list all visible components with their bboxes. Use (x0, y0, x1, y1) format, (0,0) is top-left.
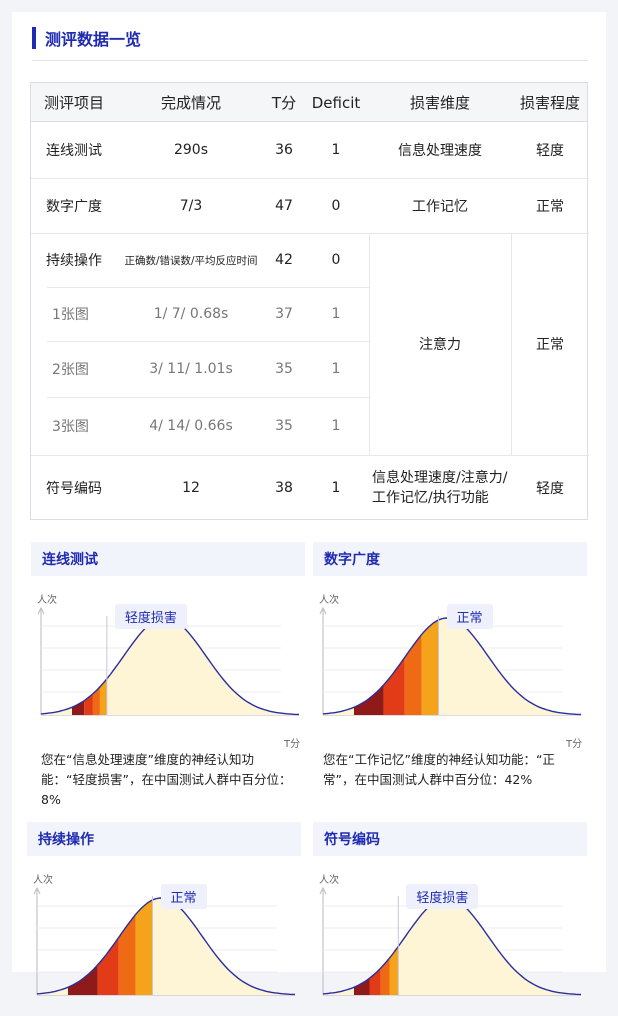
chart-card-trail: 连线测试 人次 T分 轻度损害 您在“信息处理速度”维度的神经认知功能：“轻度损… (31, 542, 305, 810)
card-title: 数字广度 (313, 542, 587, 576)
tail-band (99, 678, 107, 715)
row-dimension: 工作记忆 (412, 198, 468, 215)
row-tscore: 35 (275, 361, 293, 377)
card-title: 连线测试 (31, 542, 305, 576)
y-axis-label: 人次 (37, 595, 57, 606)
row-deficit: 0 (331, 197, 341, 214)
distribution-chart: 人次 正常 (27, 856, 301, 1016)
tail-band (383, 657, 405, 715)
header-degree: 损害程度 (519, 94, 580, 112)
distribution-chart: 人次 轻度损害 (313, 856, 587, 1016)
header-completion: 完成情况 (160, 94, 221, 112)
row-tscore: 42 (275, 252, 293, 268)
row-tscore: 36 (275, 142, 293, 158)
merged-degree: 正常 (536, 337, 564, 353)
row-item: 持续操作 (46, 253, 102, 269)
distribution-svg (37, 606, 300, 716)
row-completion: 12 (182, 480, 200, 496)
y-axis-label: 人次 (33, 875, 53, 886)
row-degree: 正常 (536, 198, 564, 215)
row-degree: 轻度 (536, 481, 564, 497)
row-completion: 290s (173, 142, 208, 158)
result-description: 您在“信息处理速度”维度的神经认知功能：“轻度损害”，在中国测试人群中百分位：8… (41, 752, 292, 807)
row-completion: 4/ 14/ 0.66s (149, 418, 233, 434)
row-degree: 轻度 (536, 143, 564, 159)
row-deficit: 1 (331, 418, 341, 434)
row-deficit: 1 (331, 306, 341, 322)
chart-card-symbol-coding: 符号编码 人次 轻度损害 (313, 822, 587, 1016)
row-dimension: 信息处理速度/注意力/ 工作记忆/执行功能 (369, 455, 511, 521)
tail-band (72, 700, 85, 715)
report-page: 测评数据一览 测评项目 完成情况 T分 Deficit 损害维度 损害程度 连线… (12, 12, 606, 996)
result-badge: 轻度损害 (406, 884, 479, 909)
distribution-chart: 人次 T分 正常 (313, 576, 587, 750)
header-deficit: Deficit (311, 93, 361, 112)
chart-card-digit-span: 数字广度 人次 T分 正常 您在“工作记忆”维度的神经认知功能：“正常”，在中国… (313, 542, 587, 790)
section-header: 测评数据一览 (32, 26, 141, 50)
row-tscore: 35 (275, 418, 293, 434)
row-item: 连线测试 (46, 143, 102, 159)
chart-card-cpt: 持续操作 人次 正常 (27, 822, 301, 1016)
tail-band (389, 946, 399, 995)
header-tscore: T分 (271, 94, 297, 112)
row-deficit: 0 (331, 252, 341, 268)
x-axis-label: T分 (284, 739, 301, 750)
row-item: 1张图 (52, 307, 89, 323)
row-completion: 3/ 11/ 1.01s (149, 361, 233, 377)
row-completion: 正确数/错误数/平均反应时间 (124, 254, 258, 267)
header-item: 测评项目 (43, 94, 104, 112)
row-item: 数字广度 (46, 198, 102, 215)
tail-band (97, 937, 119, 995)
row-completion: 1/ 7/ 0.68s (153, 306, 229, 322)
section-accent-bar (32, 27, 36, 49)
curve-fill (37, 898, 295, 995)
distribution-chart: 人次 T分 轻度损害 (31, 576, 305, 750)
card-title: 持续操作 (27, 822, 301, 856)
curve-fill (323, 898, 581, 995)
row-deficit: 1 (331, 142, 341, 158)
row-tscore: 38 (275, 480, 293, 496)
result-badge: 轻度损害 (114, 604, 187, 629)
row-tscore: 47 (275, 197, 293, 214)
row-dimension: 信息处理速度 (398, 143, 482, 159)
dimension-line: 工作记忆/执行功能 (372, 490, 489, 506)
row-tscore: 37 (275, 306, 293, 322)
section-title: 测评数据一览 (45, 30, 142, 49)
row-completion: 7/3 (179, 197, 203, 214)
header-dimension: 损害维度 (409, 94, 470, 112)
card-title: 符号编码 (313, 822, 587, 856)
section-divider (32, 60, 588, 61)
row-deficit: 1 (331, 361, 341, 377)
y-axis-label: 人次 (319, 595, 339, 606)
assessment-table: 测评项目 完成情况 T分 Deficit 损害维度 损害程度 连线测试 290s… (30, 82, 589, 521)
curve-fill (323, 618, 581, 715)
distribution-svg (319, 886, 582, 996)
tail-band (421, 620, 439, 715)
row-deficit: 1 (331, 480, 341, 496)
curve-fill (41, 618, 299, 715)
row-item: 2张图 (52, 362, 89, 378)
row-item: 符号编码 (46, 481, 102, 497)
dimension-line: 信息处理速度/注意力/ (372, 470, 508, 486)
x-axis-label: T分 (566, 739, 583, 750)
result-badge: 正常 (446, 604, 493, 629)
result-badge: 正常 (160, 884, 207, 909)
result-description: 您在“工作记忆”维度的神经认知功能：“正常”，在中国测试人群中百分位：42% (323, 752, 555, 787)
distribution-svg (319, 606, 582, 716)
merged-dimension: 注意力 (419, 337, 461, 353)
row-item: 3张图 (52, 419, 89, 435)
y-axis-label: 人次 (319, 875, 339, 886)
tail-band (135, 900, 153, 995)
distribution-svg (33, 886, 296, 996)
